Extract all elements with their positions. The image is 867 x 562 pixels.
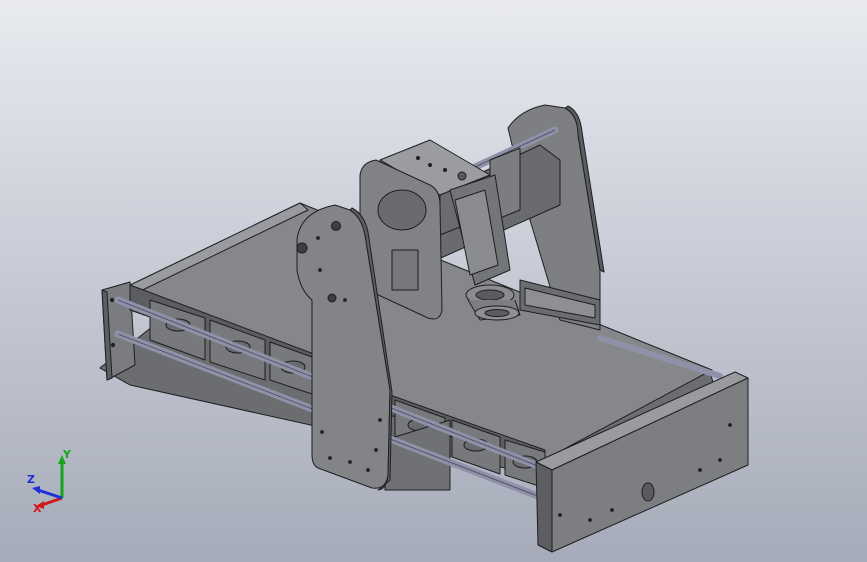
triad-axes: Y Z X <box>27 448 72 515</box>
x-axis-arrow <box>41 496 63 507</box>
z-arrowhead-icon <box>32 486 40 494</box>
z-axis-label: Z <box>27 473 35 486</box>
graphics-viewport[interactable]: Y Z X <box>0 0 867 562</box>
x-axis-label: X <box>33 502 42 515</box>
z-axis-arrow <box>37 488 63 500</box>
y-axis-label: Y <box>62 448 72 461</box>
view-triad: Y Z X <box>27 448 72 515</box>
